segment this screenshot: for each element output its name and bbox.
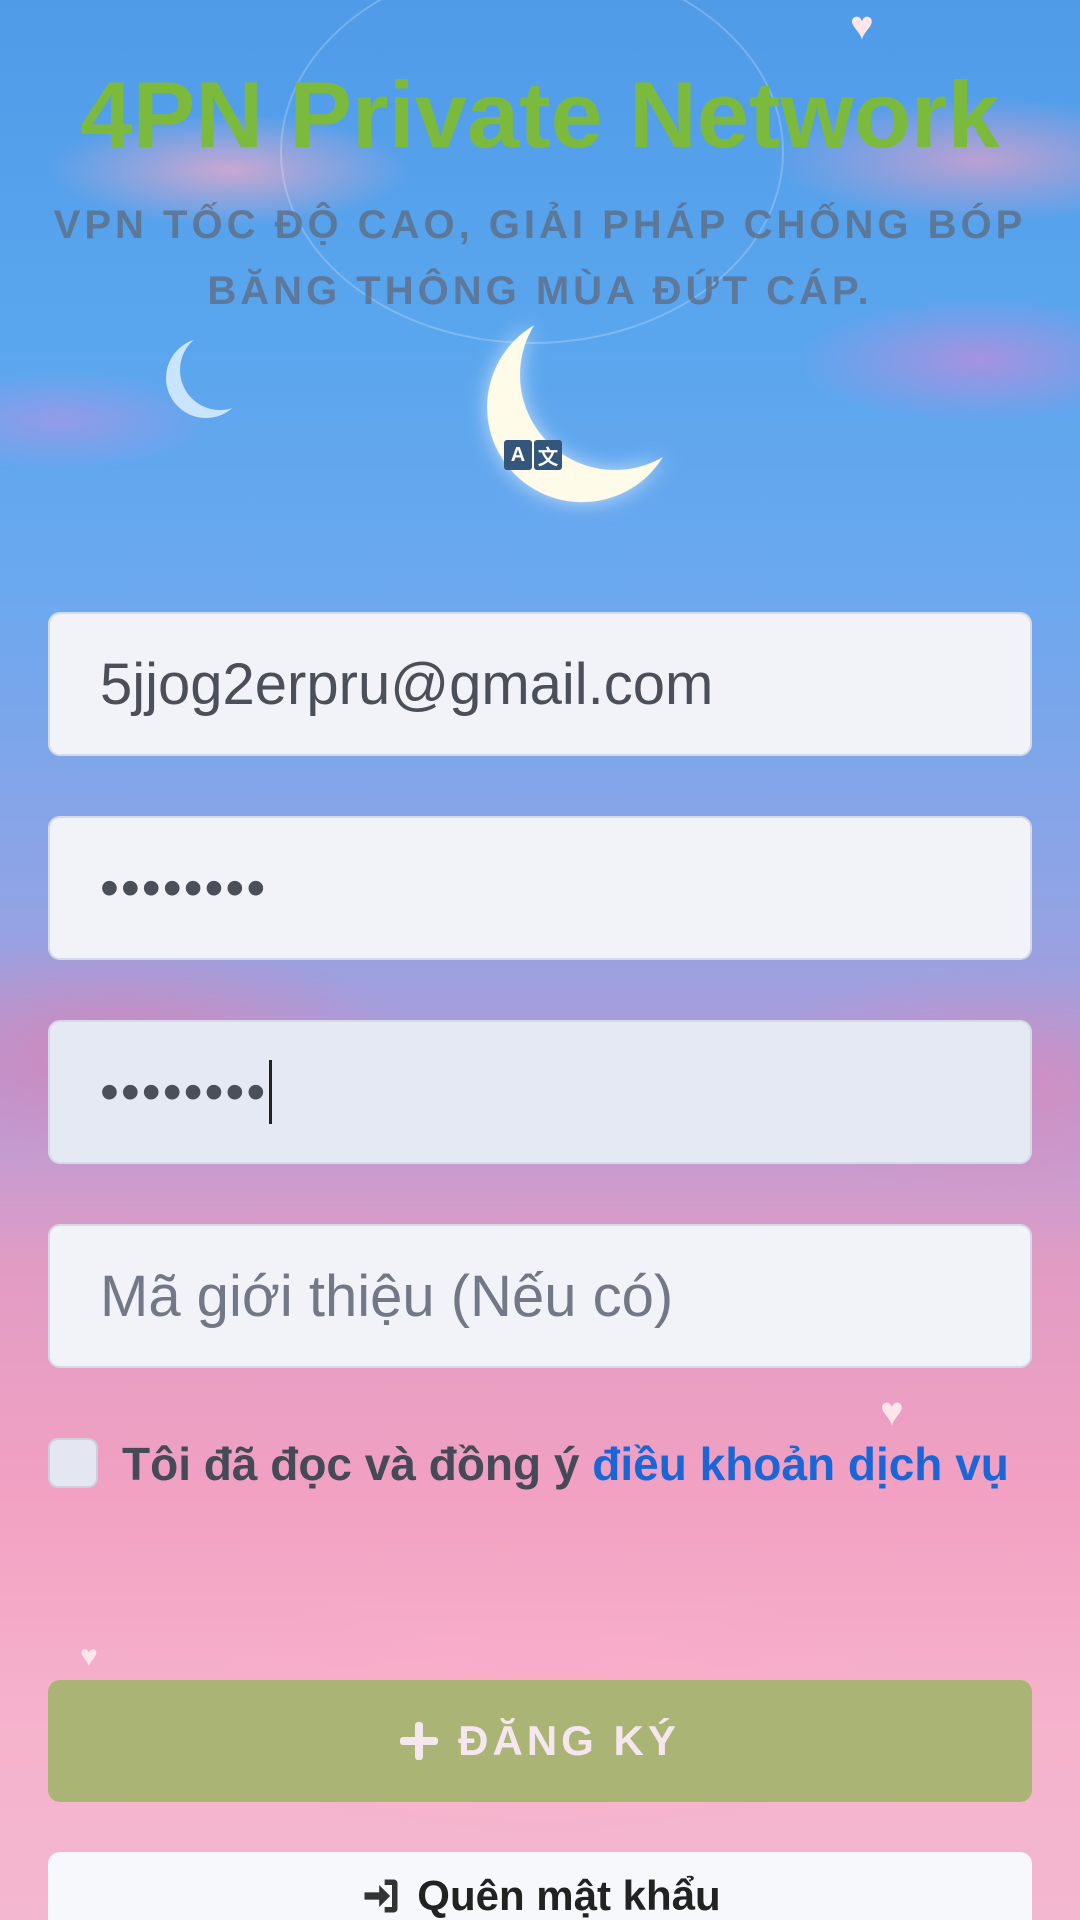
signup-form: 5jjog2erpru@gmail.com •••••••• •••••••• … (48, 612, 1032, 1500)
register-button-label: ĐĂNG KÝ (458, 1717, 680, 1764)
forgot-password-label: Quên mật khẩu (417, 1872, 721, 1919)
password-field[interactable]: •••••••• (48, 816, 1032, 960)
terms-checkbox[interactable] (48, 1438, 98, 1488)
translate-icon[interactable]: A文 (504, 440, 564, 472)
terms-text: Tôi đã đọc và đồng ý (122, 1438, 593, 1490)
heart-decoration: ♥ (850, 4, 874, 48)
signup-screen: ♥ ♥ ♥ 4PN Private Network VPN TỐC ĐỘ CAO… (0, 0, 1080, 1920)
email-value: 5jjog2erpru@gmail.com (100, 651, 714, 717)
header: 4PN Private Network VPN TỐC ĐỘ CAO, GIẢI… (0, 60, 1080, 324)
password-value: •••••••• (100, 858, 268, 918)
heart-decoration: ♥ (80, 1640, 98, 1673)
confirm-password-field[interactable]: •••••••• (48, 1020, 1032, 1164)
referral-code-placeholder: Mã giới thiệu (Nếu có) (100, 1263, 674, 1329)
forgot-password-button[interactable]: Quên mật khẩu (48, 1852, 1032, 1920)
app-subtitle: VPN TỐC ĐỘ CAO, GIẢI PHÁP CHỐNG BÓP BĂNG… (53, 203, 1027, 313)
terms-of-service-link[interactable]: điều khoản dịch vụ (592, 1438, 1009, 1490)
confirm-password-value: •••••••• (100, 1062, 268, 1122)
terms-label: Tôi đã đọc và đồng ý điều khoản dịch vụ (122, 1428, 1009, 1500)
terms-agreement: Tôi đã đọc và đồng ý điều khoản dịch vụ (48, 1428, 1032, 1500)
sign-in-icon (364, 1879, 398, 1913)
register-button[interactable]: ĐĂNG KÝ (48, 1680, 1032, 1802)
app-title: 4PN Private Network (80, 62, 1000, 167)
email-field[interactable]: 5jjog2erpru@gmail.com (48, 612, 1032, 756)
small-moon-illustration (180, 330, 260, 410)
referral-code-field[interactable]: Mã giới thiệu (Nếu có) (48, 1224, 1032, 1368)
text-caret (269, 1060, 273, 1124)
plus-icon (400, 1722, 439, 1760)
